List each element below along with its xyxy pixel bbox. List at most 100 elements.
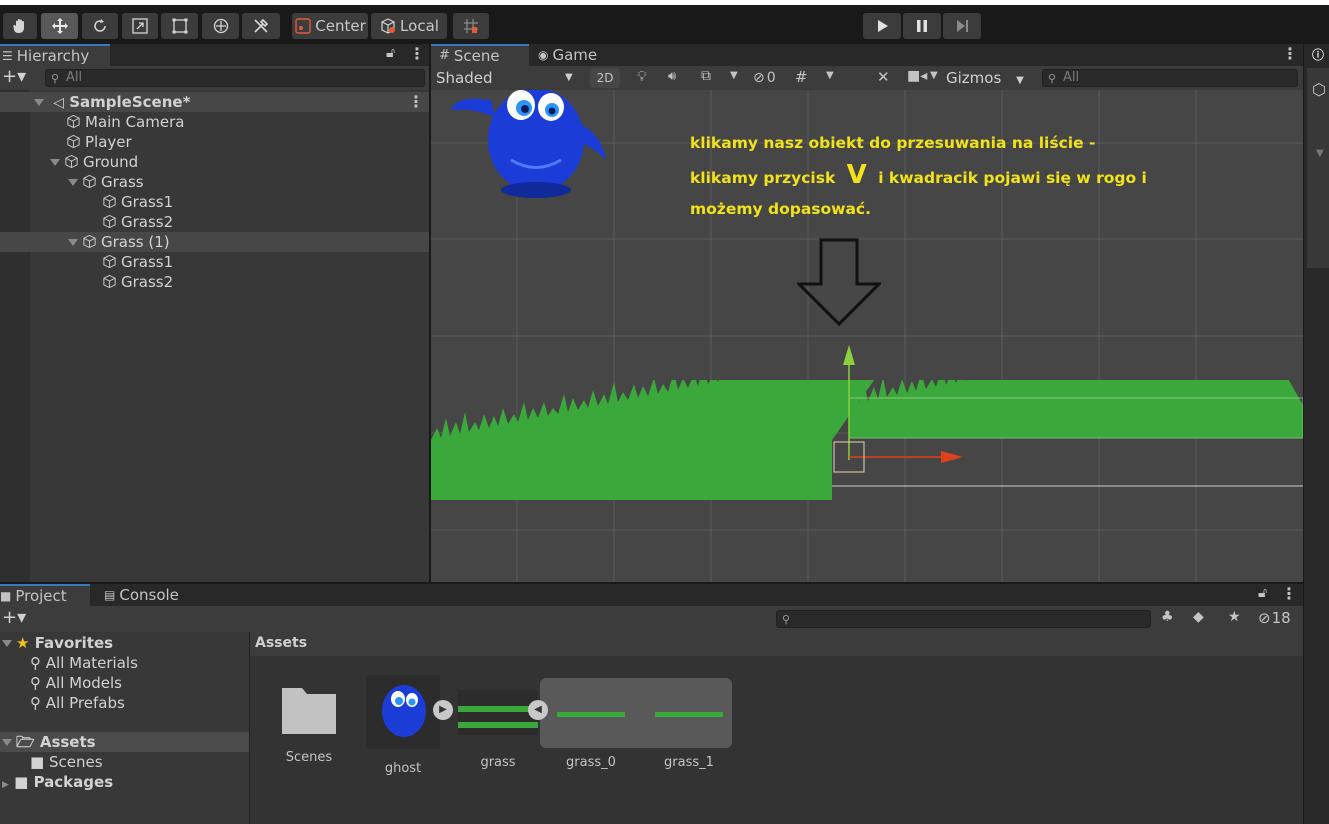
favorite-star-icon[interactable]: ★ [1228, 609, 1241, 625]
player-ghost-sprite[interactable] [451, 90, 611, 205]
sidebar-all-materials[interactable]: ⚲ All Materials [0, 653, 249, 673]
hierarchy-tabbar: ☰ Hierarchy 🔓︎ ⋮ [0, 44, 429, 66]
camera-chevron-icon[interactable]: ▼ [930, 70, 938, 81]
create-dropdown-icon[interactable]: +▾ [2, 66, 26, 87]
ghost-thumbnail [366, 675, 440, 749]
shading-mode-dropdown[interactable]: Shaded ▼ [431, 68, 581, 88]
collapse-arrow-icon: ▶ [2, 780, 9, 790]
tree-row-scene[interactable]: ◁ SampleScene* ⋮ [0, 92, 429, 112]
open-folder-icon: 🗁︎ [16, 733, 35, 751]
filter-type-icon[interactable]: ♣ [1161, 609, 1174, 625]
sidebar-packages[interactable]: ▶ ■ Packages [0, 772, 249, 792]
move-gizmo[interactable] [831, 340, 971, 475]
grid-toggle-icon[interactable]: # [795, 68, 808, 86]
project-search-input[interactable]: ⚲ [776, 610, 1151, 628]
sidebar-assets[interactable]: 🗁︎ Assets [0, 732, 249, 752]
tree-row-grass1-b[interactable]: Grass1 [0, 252, 429, 272]
effects-chevron-icon[interactable]: ▼ [730, 70, 738, 81]
tree-row-main-camera[interactable]: Main Camera [0, 112, 429, 132]
scene-search-input[interactable]: ⚲ All [1042, 69, 1298, 87]
effects-icon[interactable]: ⧉ [701, 68, 711, 84]
asset-scenes-folder[interactable]: Scenes [270, 680, 348, 765]
rotate-icon [94, 19, 106, 32]
y-axis-handle[interactable] [843, 345, 855, 365]
project-menu-icon[interactable]: ⋮ [1281, 584, 1297, 603]
create-dropdown-icon[interactable]: +▾ [2, 607, 26, 628]
all-models-label: All Models [45, 674, 122, 692]
sidebar-favorites[interactable]: ★ Favorites [0, 633, 249, 653]
filter-label-icon[interactable]: ◆ [1193, 609, 1204, 625]
expand-arrow-icon [68, 239, 78, 246]
scene-viewport[interactable]: klikamy nasz obiekt do przesuwania na li… [431, 90, 1303, 582]
custom-tool-button[interactable] [242, 13, 280, 39]
transform-tool-button[interactable] [202, 13, 239, 39]
pause-icon [917, 20, 927, 32]
tree-row-player[interactable]: Player [0, 132, 429, 152]
sidebar-scenes[interactable]: ■ Scenes [0, 752, 249, 772]
lock-icon[interactable]: 🔓︎ [386, 45, 395, 61]
scene-toolbar: Shaded ▼ 2D 💡︎ 🔊︎ ⧉ ▼ ⊘ 0 # ▼ ✕ ■◂ ▼ Giz… [431, 66, 1303, 90]
packages-label: Packages [33, 773, 114, 791]
lighting-icon[interactable]: 💡︎ [637, 69, 647, 85]
cube-icon: ⬡ [1312, 80, 1326, 99]
move-tool-button[interactable] [41, 13, 78, 39]
asset-ghost[interactable]: ghost [364, 675, 442, 776]
sidebar-all-prefabs[interactable]: ⚲ All Prefabs [0, 693, 249, 713]
hierarchy-menu-icon[interactable]: ⋮ [409, 44, 425, 63]
x-axis-handle[interactable] [941, 451, 963, 463]
gameobject-icon [83, 234, 96, 249]
grid-chevron-icon[interactable]: ▼ [826, 70, 834, 81]
tab-console[interactable]: ▤ Console [96, 584, 196, 606]
info-icon[interactable]: ⓘ [1312, 46, 1324, 63]
tree-row-grass2-b[interactable]: Grass2 [0, 272, 429, 292]
tree-row-ground[interactable]: Ground [0, 152, 429, 172]
project-tab-label: Project [15, 587, 67, 605]
scene-menu-icon[interactable]: ⋮ [1282, 44, 1298, 63]
collapse-sprite-icon[interactable]: ◀ [528, 700, 548, 720]
tab-hierarchy[interactable]: ☰ Hierarchy [0, 44, 110, 66]
gizmos-dropdown[interactable]: Gizmos ▼ [946, 68, 1024, 88]
rect-tool-button[interactable] [161, 13, 198, 39]
scale-tool-button[interactable] [122, 13, 158, 39]
tree-row-grass1[interactable]: Grass1 [0, 192, 429, 212]
tab-project[interactable]: ■ Project [0, 584, 90, 606]
expand-arrow-icon [34, 99, 44, 106]
transform-icon [213, 18, 228, 34]
tree-row-grass2[interactable]: Grass2 [0, 212, 429, 232]
search-icon: ⚲ [782, 613, 791, 626]
tree-row-grass[interactable]: Grass [0, 172, 429, 192]
step-button[interactable] [943, 13, 981, 39]
gameobject-icon [103, 194, 116, 209]
hierarchy-panel: ☰ Hierarchy 🔓︎ ⋮ +▾ ⚲ All ◁ SampleScene*… [0, 44, 429, 582]
chevron-down-icon: ▼ [565, 72, 573, 83]
pause-button[interactable] [903, 13, 941, 39]
tree-row-grass-1[interactable]: Grass (1) [0, 232, 429, 252]
asset-grass-1[interactable]: grass_1 [651, 690, 727, 770]
tools-icon[interactable]: ✕ [877, 68, 890, 86]
grid-snap-button[interactable] [453, 13, 489, 39]
expand-sprite-icon[interactable]: ▶ [433, 700, 453, 720]
asset-grass-0[interactable]: grass_0 [555, 690, 627, 770]
breadcrumb-assets[interactable]: Assets [255, 635, 307, 651]
lock-icon[interactable]: 🔓︎ [1258, 585, 1267, 601]
scene-menu-icon[interactable]: ⋮ [408, 92, 424, 112]
play-button[interactable] [863, 13, 901, 39]
hierarchy-search-input[interactable]: ⚲ All [45, 69, 425, 87]
scene-visibility-toggle[interactable]: ⊘ 0 [753, 68, 776, 88]
folder-icon: ■ [14, 773, 29, 791]
mode-2d-toggle[interactable]: 2D [590, 68, 620, 88]
gameobject-icon [67, 114, 80, 129]
audio-icon[interactable]: 🔊︎ [668, 69, 676, 84]
project-hidden-toggle[interactable]: ⊘ 18 [1258, 609, 1291, 627]
shading-mode-value: Shaded [436, 69, 493, 87]
tab-game[interactable]: ◉ Game [530, 44, 610, 66]
pivot-local-button[interactable]: Local [371, 13, 447, 39]
sidebar-all-models[interactable]: ⚲ All Models [0, 673, 249, 693]
collapse-chevron-icon[interactable]: ▼ [1316, 148, 1324, 159]
pivot-center-button[interactable]: Center [292, 13, 368, 39]
tab-scene[interactable]: # Scene [431, 44, 529, 66]
asset-grass[interactable]: grass [458, 690, 538, 770]
hand-tool-button[interactable] [3, 13, 37, 39]
camera-icon[interactable]: ■◂ [907, 68, 927, 84]
rotate-tool-button[interactable] [82, 13, 118, 39]
